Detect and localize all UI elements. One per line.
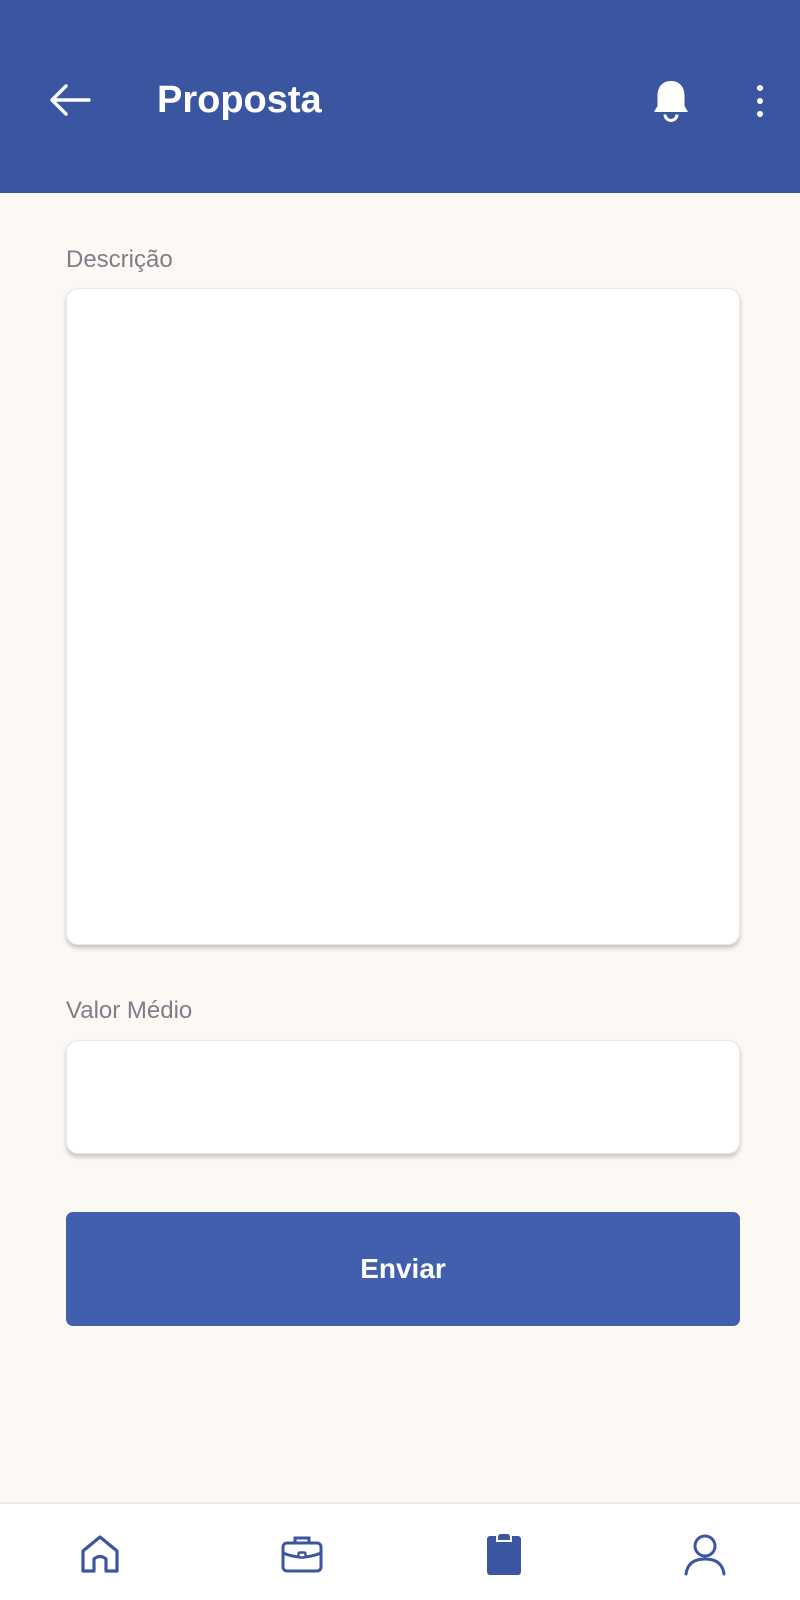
app-bar: Proposta — [0, 0, 800, 193]
briefcase-icon — [281, 1536, 323, 1573]
bottom-navigation — [0, 1502, 800, 1600]
more-vertical-icon — [757, 85, 763, 117]
nav-item-home[interactable] — [68, 1522, 132, 1586]
page-title: Proposta — [157, 79, 322, 121]
clipboard-icon — [487, 1532, 521, 1575]
more-menu-button[interactable] — [735, 76, 785, 126]
description-label: Descrição — [66, 246, 173, 273]
home-icon — [81, 1535, 119, 1573]
nav-item-profile[interactable] — [673, 1522, 737, 1586]
back-button[interactable] — [40, 72, 100, 128]
nav-item-proposals[interactable] — [472, 1522, 536, 1586]
notifications-button[interactable] — [643, 74, 699, 126]
nav-item-jobs[interactable] — [270, 1522, 334, 1586]
average-value-input[interactable] — [66, 1040, 740, 1154]
submit-button[interactable]: Enviar — [66, 1212, 740, 1326]
bell-icon — [654, 81, 688, 122]
arrow-left-icon — [50, 84, 91, 116]
description-textarea[interactable] — [66, 288, 740, 945]
average-value-label: Valor Médio — [66, 997, 193, 1024]
user-icon — [684, 1534, 726, 1576]
